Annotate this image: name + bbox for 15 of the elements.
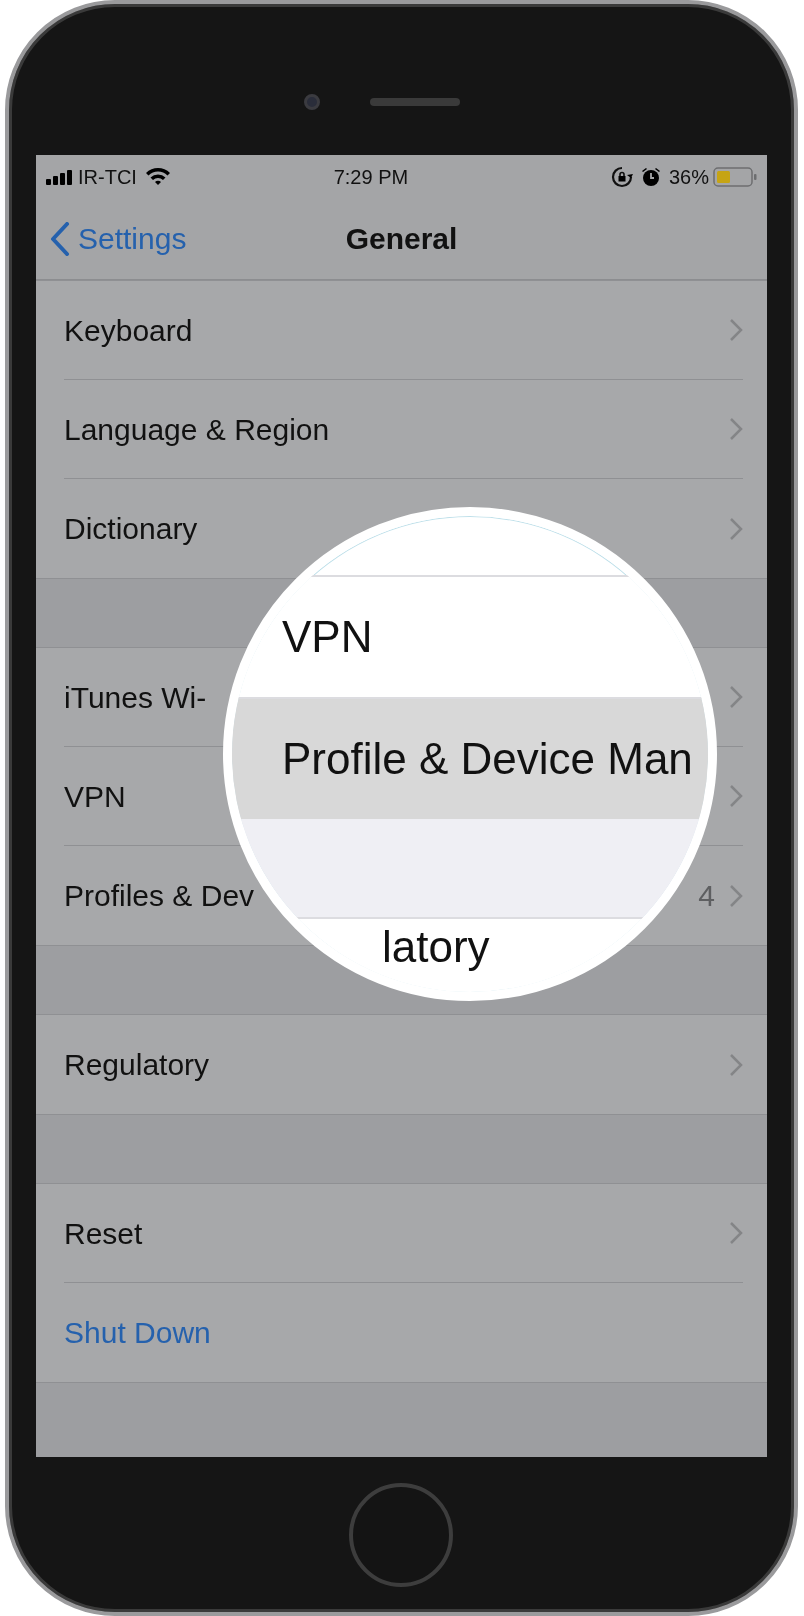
status-time: 7:29 PM	[333, 164, 410, 190]
row-label: Language & Region	[64, 411, 331, 448]
row-label: iTunes Wi-	[64, 679, 208, 716]
carrier-label: IR-TCI	[78, 164, 137, 190]
row-label: VPN	[64, 778, 127, 815]
row-label: Keyboard	[64, 312, 194, 349]
battery-percent: 36%	[668, 164, 709, 190]
page-title: General	[345, 221, 458, 257]
magnified-row: Profile & Device Man	[232, 697, 708, 819]
row-label: Dictionary	[64, 511, 199, 547]
row-label: Reset	[64, 1215, 144, 1252]
row-label: Shut Down	[64, 1315, 212, 1351]
row-value: 4	[698, 878, 715, 914]
row-label: Profiles & Dev	[64, 878, 256, 914]
row-label: Regulatory	[64, 1047, 211, 1083]
